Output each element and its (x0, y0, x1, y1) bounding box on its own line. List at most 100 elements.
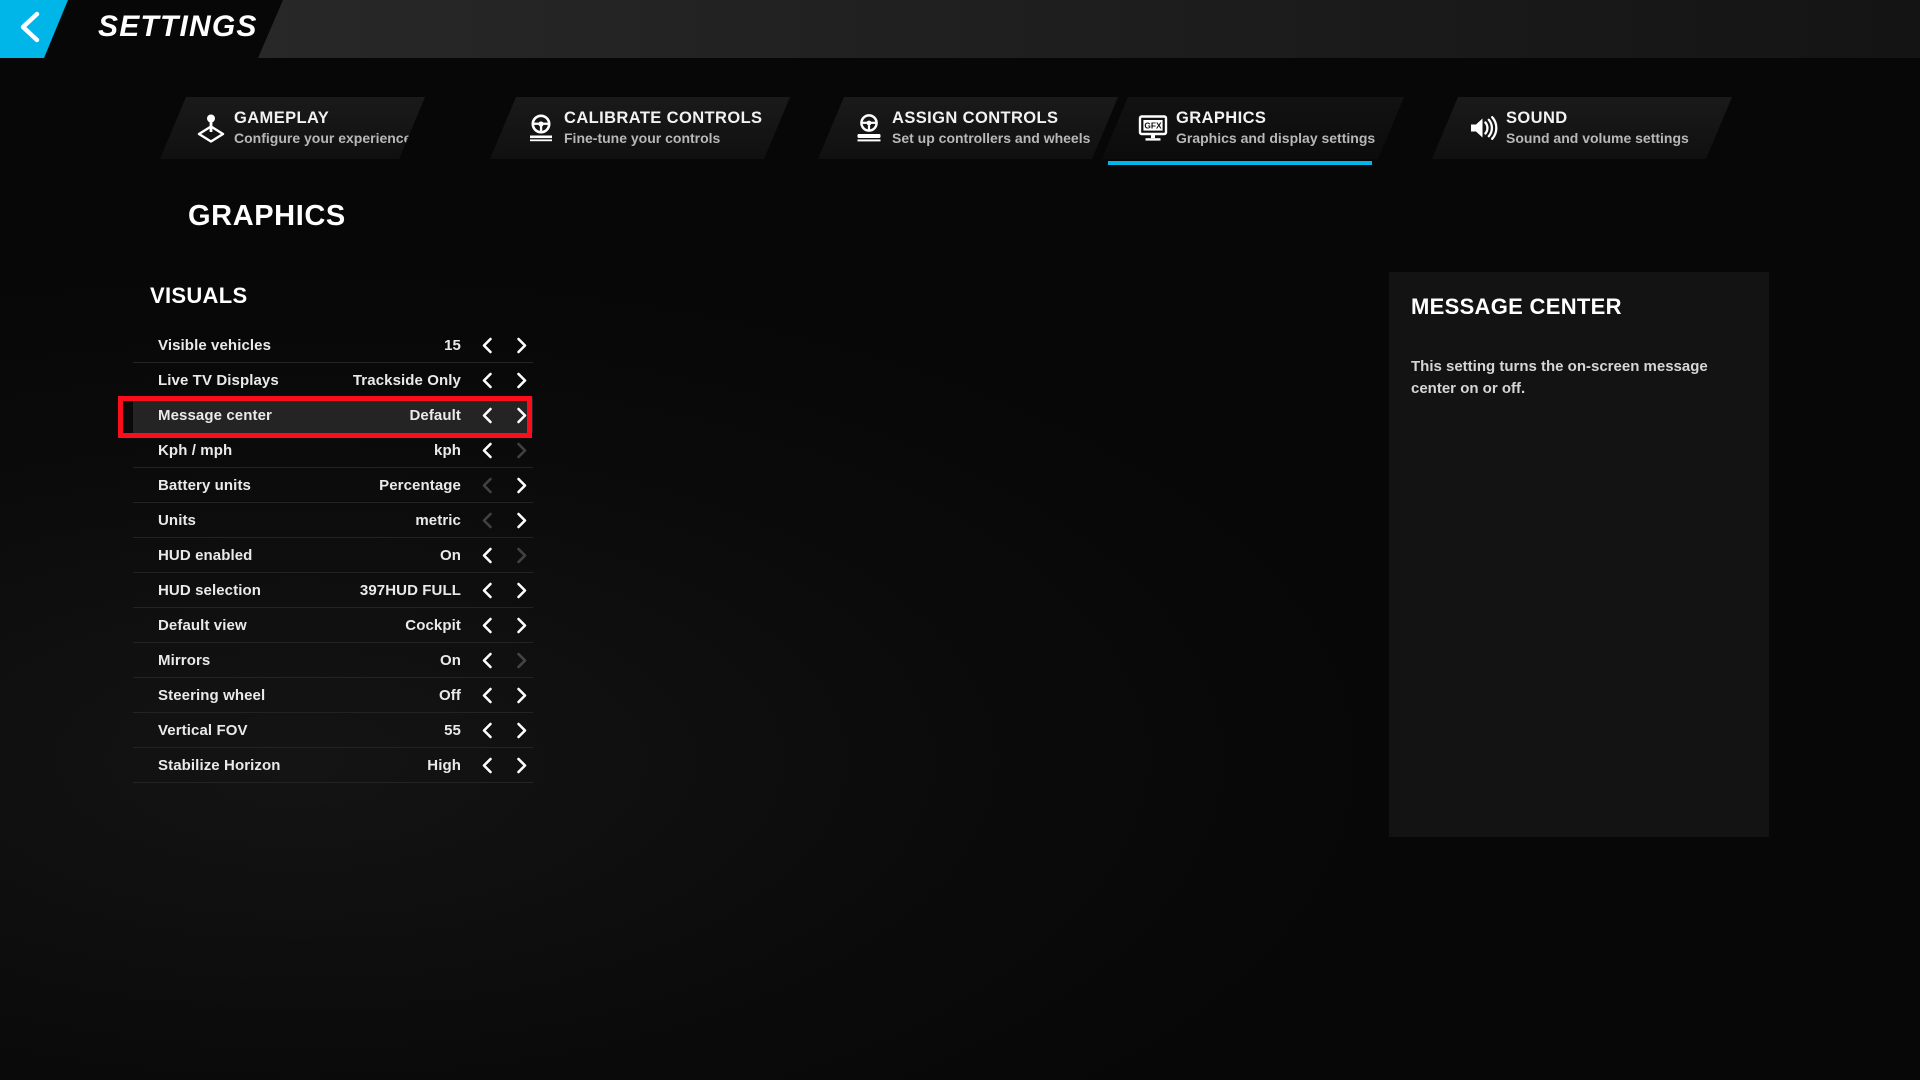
setting-value: Cockpit (405, 616, 461, 634)
chevron-right-icon (509, 645, 533, 675)
tab-calibrate-controls[interactable]: CALIBRATE CONTROLS Fine-tune your control… (490, 97, 790, 159)
chevron-right-icon[interactable] (509, 715, 533, 745)
top-bar: SETTINGS (0, 0, 1920, 58)
setting-value: 15 (444, 336, 461, 354)
chevron-left-icon[interactable] (475, 435, 499, 465)
chevron-left-icon[interactable] (475, 575, 499, 605)
setting-label: HUD enabled (158, 546, 253, 564)
setting-row[interactable]: Default view Cockpit (133, 608, 533, 643)
setting-row[interactable]: Visible vehicles 15 (133, 328, 533, 363)
setting-row[interactable]: Live TV Displays Trackside Only (133, 363, 533, 398)
tab-bar: GAMEPLAY Configure your experience CALIBR… (0, 97, 1920, 165)
setting-stepper (475, 575, 533, 605)
chevron-right-icon[interactable] (509, 365, 533, 395)
setting-stepper (475, 470, 533, 500)
setting-label: Vertical FOV (158, 721, 248, 739)
chevron-left-icon[interactable] (475, 645, 499, 675)
setting-value: On (439, 651, 461, 669)
svg-text:GFX: GFX (1144, 120, 1162, 130)
setting-value: Off (439, 686, 461, 704)
chevron-left-icon[interactable] (475, 365, 499, 395)
chevron-right-icon[interactable] (509, 505, 533, 535)
gfx-monitor-icon: GFX (1130, 113, 1176, 143)
setting-row[interactable]: Kph / mph kph (133, 433, 533, 468)
tab-graphics[interactable]: GFX GRAPHICS Graphics and display setting… (1102, 97, 1404, 159)
tab-sublabel: Set up controllers and wheels (892, 130, 1091, 146)
setting-stepper (475, 435, 533, 465)
chevron-left-icon[interactable] (475, 610, 499, 640)
setting-stepper (475, 645, 533, 675)
info-panel: MESSAGE CENTER This setting turns the on… (1389, 272, 1769, 837)
chevron-left-icon[interactable] (475, 540, 499, 570)
info-panel-body: This setting turns the on-screen message… (1411, 358, 1708, 397)
chevron-right-icon[interactable] (509, 575, 533, 605)
setting-row[interactable]: Vertical FOV 55 (133, 713, 533, 748)
setting-value: metric (415, 511, 461, 529)
setting-value: Default (409, 406, 461, 424)
setting-row[interactable]: Stabilize Horizon High (133, 748, 533, 783)
setting-value: High (427, 756, 461, 774)
tab-sublabel: Fine-tune your controls (564, 130, 721, 146)
steering-wheel-icon (518, 113, 564, 143)
chevron-left-icon (475, 505, 499, 535)
setting-label: Steering wheel (158, 686, 266, 704)
chevron-left-icon[interactable] (475, 750, 499, 780)
chevron-right-icon (509, 540, 533, 570)
chevron-left-icon[interactable] (475, 715, 499, 745)
setting-label: Units (158, 511, 196, 529)
setting-label: Default view (158, 616, 247, 634)
setting-row[interactable]: Message center Default (133, 398, 533, 433)
settings-screen: SETTINGS GAMEPLAY Configure your experien… (0, 0, 1920, 1080)
back-button[interactable] (0, 0, 68, 58)
tab-gameplay[interactable]: GAMEPLAY Configure your experience (160, 97, 425, 159)
setting-row[interactable]: Units metric (133, 503, 533, 538)
chevron-right-icon (509, 435, 533, 465)
setting-value: kph (434, 441, 461, 459)
setting-label: Stabilize Horizon (158, 756, 281, 774)
section-title-visuals: VISUALS (150, 283, 248, 308)
chevron-left-icon (20, 10, 42, 49)
page-heading-settings: SETTINGS (98, 10, 258, 43)
setting-label: Visible vehicles (158, 336, 272, 354)
joystick-icon (188, 113, 234, 143)
chevron-right-icon[interactable] (509, 610, 533, 640)
setting-row[interactable]: Mirrors On (133, 643, 533, 678)
tab-sublabel: Graphics and display settings (1176, 130, 1376, 146)
chevron-right-icon[interactable] (509, 680, 533, 710)
setting-label: Mirrors (158, 651, 211, 669)
page-title: GRAPHICS (188, 200, 346, 232)
setting-stepper (475, 680, 533, 710)
setting-value: Percentage (379, 476, 461, 494)
setting-value: 55 (444, 721, 461, 739)
setting-label: Battery units (158, 476, 251, 494)
setting-label: HUD selection (158, 581, 261, 599)
chevron-right-icon[interactable] (509, 750, 533, 780)
setting-label: Message center (158, 406, 272, 424)
speaker-icon (1460, 113, 1506, 143)
chevron-left-icon[interactable] (475, 400, 499, 430)
chevron-right-icon[interactable] (509, 330, 533, 360)
controller-icon (846, 113, 892, 143)
tab-sound[interactable]: SOUND Sound and volume settings (1432, 97, 1732, 159)
setting-row[interactable]: HUD selection 397HUD FULL (133, 573, 533, 608)
setting-label: Kph / mph (158, 441, 233, 459)
chevron-right-icon[interactable] (509, 400, 533, 430)
top-bar-background (0, 0, 1920, 58)
chevron-left-icon[interactable] (475, 680, 499, 710)
settings-list: Visible vehicles 15 Live TV Displays Tracks… (133, 328, 533, 783)
chevron-left-icon (475, 470, 499, 500)
setting-stepper (475, 610, 533, 640)
tab-sublabel: Sound and volume settings (1506, 130, 1689, 146)
setting-stepper (475, 330, 533, 360)
setting-stepper (475, 750, 533, 780)
setting-row[interactable]: Battery units Percentage (133, 468, 533, 503)
tab-assign-controls[interactable]: ASSIGN CONTROLS Set up controllers and wh… (818, 97, 1118, 159)
setting-value: On (439, 546, 461, 564)
setting-row[interactable]: Steering wheel Off (133, 678, 533, 713)
chevron-left-icon[interactable] (475, 330, 499, 360)
setting-row[interactable]: HUD enabled On (133, 538, 533, 573)
active-tab-underline (1108, 161, 1372, 165)
chevron-right-icon[interactable] (509, 470, 533, 500)
setting-value: 397HUD FULL (359, 581, 461, 599)
setting-stepper (475, 715, 533, 745)
